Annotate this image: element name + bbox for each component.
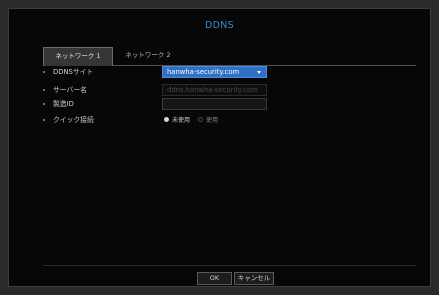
ddns-dialog: DDNS ネットワーク 1 ネットワーク 2 DDNSサイト hanwha-se… [8, 8, 431, 287]
radio-unused[interactable]: 未使用 [164, 117, 198, 124]
chevron-down-icon [257, 71, 261, 74]
product-id-row: 製造ID [43, 98, 416, 111]
ddns-site-label: DDNSサイト [53, 68, 94, 76]
footer-divider [43, 265, 416, 266]
tab-network-1[interactable]: ネットワーク 1 [43, 47, 113, 66]
quick-connect-radio-group: 未使用 使用 [164, 114, 218, 127]
dialog-title: DDNS [205, 20, 234, 31]
ddns-site-select[interactable]: hanwha-security.com [162, 66, 267, 78]
bullet-icon [43, 89, 45, 91]
ok-button[interactable]: OK [197, 272, 232, 285]
product-id-label: 製造ID [53, 100, 74, 108]
ddns-site-row: DDNSサイト hanwha-security.com [43, 66, 416, 79]
bullet-icon [43, 119, 45, 121]
server-name-row: サーバー名 ddns.hanwha-security.com [43, 84, 416, 97]
cancel-button[interactable]: キャンセル [234, 272, 274, 285]
radio-selected-icon [164, 117, 169, 122]
server-name-label: サーバー名 [53, 86, 87, 94]
tab-network-2[interactable]: ネットワーク 2 [115, 47, 181, 64]
radio-use-label: 使用 [205, 117, 218, 124]
radio-unselected-icon [197, 117, 203, 122]
network-tab-bar: ネットワーク 1 ネットワーク 2 [43, 47, 416, 66]
bullet-icon [43, 103, 45, 105]
quick-connect-label: クイック接続 [53, 116, 94, 124]
ddns-site-value: hanwha-security.com [167, 68, 240, 76]
product-id-field[interactable] [162, 98, 267, 110]
quick-connect-row: クイック接続 未使用 使用 [43, 114, 416, 127]
radio-unused-label: 未使用 [172, 117, 191, 124]
radio-use[interactable]: 使用 [197, 117, 218, 124]
bullet-icon [43, 71, 45, 73]
server-name-field: ddns.hanwha-security.com [162, 84, 267, 96]
